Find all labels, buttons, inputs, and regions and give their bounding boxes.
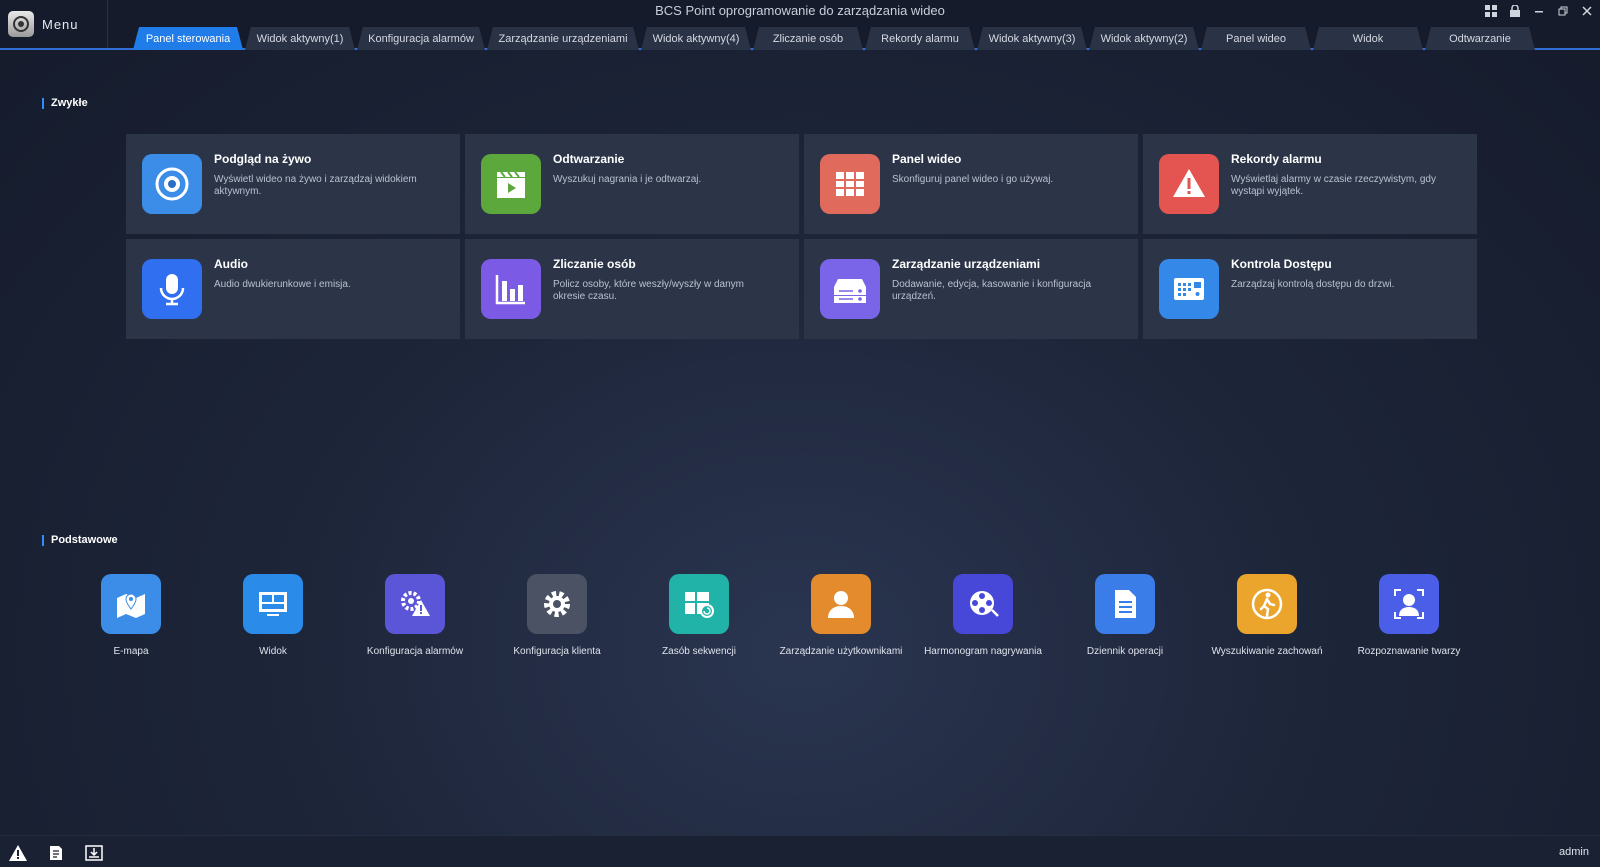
log-export-icon[interactable] xyxy=(47,844,65,862)
basic-item-label: E-mapa xyxy=(113,646,149,657)
basic-items-row: E-mapa Widok Konfiguracja alarmów Konfig… xyxy=(60,574,1480,657)
gear-icon xyxy=(527,574,587,634)
basic-item-recording-schedule[interactable]: Harmonogram nagrywania xyxy=(912,574,1054,657)
card-title: Audio xyxy=(214,257,248,271)
status-icons xyxy=(9,844,103,862)
card-description: Dodawanie, edycja, kasowanie i konfigura… xyxy=(892,279,1092,302)
basic-item-label: Dziennik operacji xyxy=(1086,646,1164,657)
card-title: Podgląd na żywo xyxy=(214,152,312,166)
title-bar: Menu BCS Point oprogramowanie do zarządz… xyxy=(0,0,1600,50)
tab-widok-aktywny-2[interactable]: Widok aktywny(2) xyxy=(1089,27,1199,50)
layout-icon[interactable] xyxy=(1484,4,1498,18)
card-device-management[interactable]: Zarządzanie urządzeniami Dodawanie, edyc… xyxy=(804,239,1138,339)
camera-icon xyxy=(142,154,202,214)
card-title: Zliczanie osób xyxy=(553,257,636,271)
section-title-common: Zwykłe xyxy=(42,98,88,109)
basic-item-operation-log[interactable]: Dziennik operacji xyxy=(1054,574,1196,657)
device-icon xyxy=(820,259,880,319)
download-icon[interactable] xyxy=(85,844,103,862)
basic-item-label: Zarządzanie użytkownikami xyxy=(779,646,903,657)
alarm-status-icon[interactable] xyxy=(9,844,27,862)
card-title: Zarządzanie urządzeniami xyxy=(892,257,1041,271)
video-wall-icon xyxy=(820,154,880,214)
basic-item-label: Konfiguracja alarmów xyxy=(366,646,464,657)
tab-panel-sterowania[interactable]: Panel sterowania xyxy=(133,27,243,50)
tab-rekordy-alarmu[interactable]: Rekordy alarmu xyxy=(865,27,975,50)
tab-zarzadzanie-urzadzeniami[interactable]: Zarządzanie urządzeniami xyxy=(487,27,639,50)
document-icon xyxy=(1095,574,1155,634)
tab-widok[interactable]: Widok xyxy=(1313,27,1423,50)
card-audio[interactable]: Audio Audio dwukierunkowe i emisja. xyxy=(126,239,460,339)
card-playback[interactable]: Odtwarzanie Wyszukuj nagrania i je odtwa… xyxy=(465,134,799,234)
bar-chart-icon xyxy=(481,259,541,319)
user-icon xyxy=(811,574,871,634)
section-title-basic: Podstawowe xyxy=(42,535,118,546)
tab-bar: Panel sterowania Widok aktywny(1) Konfig… xyxy=(133,27,1537,50)
walking-person-icon xyxy=(1237,574,1297,634)
film-reel-icon xyxy=(953,574,1013,634)
card-live-view[interactable]: Podgląd na żywo Wyświetl wideo na żywo i… xyxy=(126,134,460,234)
basic-item-label: Zasób sekwencji xyxy=(662,646,736,657)
card-description: Audio dwukierunkowe i emisja. xyxy=(214,279,351,290)
sequence-icon xyxy=(669,574,729,634)
card-description: Wyszukuj nagrania i je odtwarzaj. xyxy=(553,174,702,185)
window-controls xyxy=(1484,2,1594,20)
basic-item-label: Wyszukiwanie zachowań xyxy=(1211,646,1323,657)
card-title: Kontrola Dostępu xyxy=(1231,257,1332,271)
card-description: Policz osoby, które weszły/wyszły w dany… xyxy=(553,279,744,302)
minimize-icon[interactable] xyxy=(1532,4,1546,18)
warning-icon xyxy=(1159,154,1219,214)
tab-zliczanie-osob[interactable]: Zliczanie osób xyxy=(753,27,863,50)
card-people-counting[interactable]: Zliczanie osób Policz osoby, które weszł… xyxy=(465,239,799,339)
tab-widok-aktywny-1[interactable]: Widok aktywny(1) xyxy=(245,27,355,50)
lock-icon[interactable] xyxy=(1508,4,1522,18)
basic-item-sequence[interactable]: Zasób sekwencji xyxy=(628,574,770,657)
card-description: Skonfiguruj panel wideo i go używaj. xyxy=(892,174,1054,185)
alarm-config-icon xyxy=(385,574,445,634)
close-icon[interactable] xyxy=(1580,4,1594,18)
basic-item-label: Widok xyxy=(259,646,287,657)
microphone-icon xyxy=(142,259,202,319)
common-cards-grid: Podgląd na żywo Wyświetl wideo na żywo i… xyxy=(126,134,1477,339)
access-control-icon xyxy=(1159,259,1219,319)
basic-item-view[interactable]: Widok xyxy=(202,574,344,657)
tab-panel-wideo[interactable]: Panel wideo xyxy=(1201,27,1311,50)
clapper-icon xyxy=(481,154,541,214)
basic-item-behavior-search[interactable]: Wyszukiwanie zachowań xyxy=(1196,574,1338,657)
basic-item-label: Rozpoznawanie twarzy xyxy=(1357,646,1461,657)
basic-item-e-map[interactable]: E-mapa xyxy=(60,574,202,657)
card-description: Wyświetl wideo na żywo i zarządzaj widok… xyxy=(214,174,417,197)
basic-item-user-management[interactable]: Zarządzanie użytkownikami xyxy=(770,574,912,657)
tab-konfiguracja-alarmow[interactable]: Konfiguracja alarmów xyxy=(357,27,485,50)
tab-widok-aktywny-4[interactable]: Widok aktywny(4) xyxy=(641,27,751,50)
card-title: Panel wideo xyxy=(892,152,962,166)
basic-item-label: Harmonogram nagrywania xyxy=(924,646,1042,657)
face-recognition-icon xyxy=(1379,574,1439,634)
card-description: Zarządzaj kontrolą dostępu do drzwi. xyxy=(1231,279,1395,290)
status-bar: admin xyxy=(0,835,1600,867)
basic-item-label: Konfiguracja klienta xyxy=(513,646,601,657)
current-user[interactable]: admin xyxy=(1559,846,1589,858)
card-access-control[interactable]: Kontrola Dostępu Zarządzaj kontrolą dost… xyxy=(1143,239,1477,339)
tab-widok-aktywny-3[interactable]: Widok aktywny(3) xyxy=(977,27,1087,50)
menu-label: Menu xyxy=(42,16,79,32)
window-title: BCS Point oprogramowanie do zarządzania … xyxy=(655,3,945,18)
basic-item-face-recognition[interactable]: Rozpoznawanie twarzy xyxy=(1338,574,1480,657)
card-title: Rekordy alarmu xyxy=(1231,152,1322,166)
monitor-icon xyxy=(243,574,303,634)
card-title: Odtwarzanie xyxy=(553,152,625,166)
tab-odtwarzanie[interactable]: Odtwarzanie xyxy=(1425,27,1535,50)
basic-item-client-config[interactable]: Konfiguracja klienta xyxy=(486,574,628,657)
map-icon xyxy=(101,574,161,634)
card-description: Wyświetlaj alarmy w czasie rzeczywistym,… xyxy=(1231,174,1436,197)
restore-icon[interactable] xyxy=(1556,4,1570,18)
card-alarm-records[interactable]: Rekordy alarmu Wyświetlaj alarmy w czasi… xyxy=(1143,134,1477,234)
basic-item-alarm-config[interactable]: Konfiguracja alarmów xyxy=(344,574,486,657)
card-video-wall[interactable]: Panel wideo Skonfiguruj panel wideo i go… xyxy=(804,134,1138,234)
